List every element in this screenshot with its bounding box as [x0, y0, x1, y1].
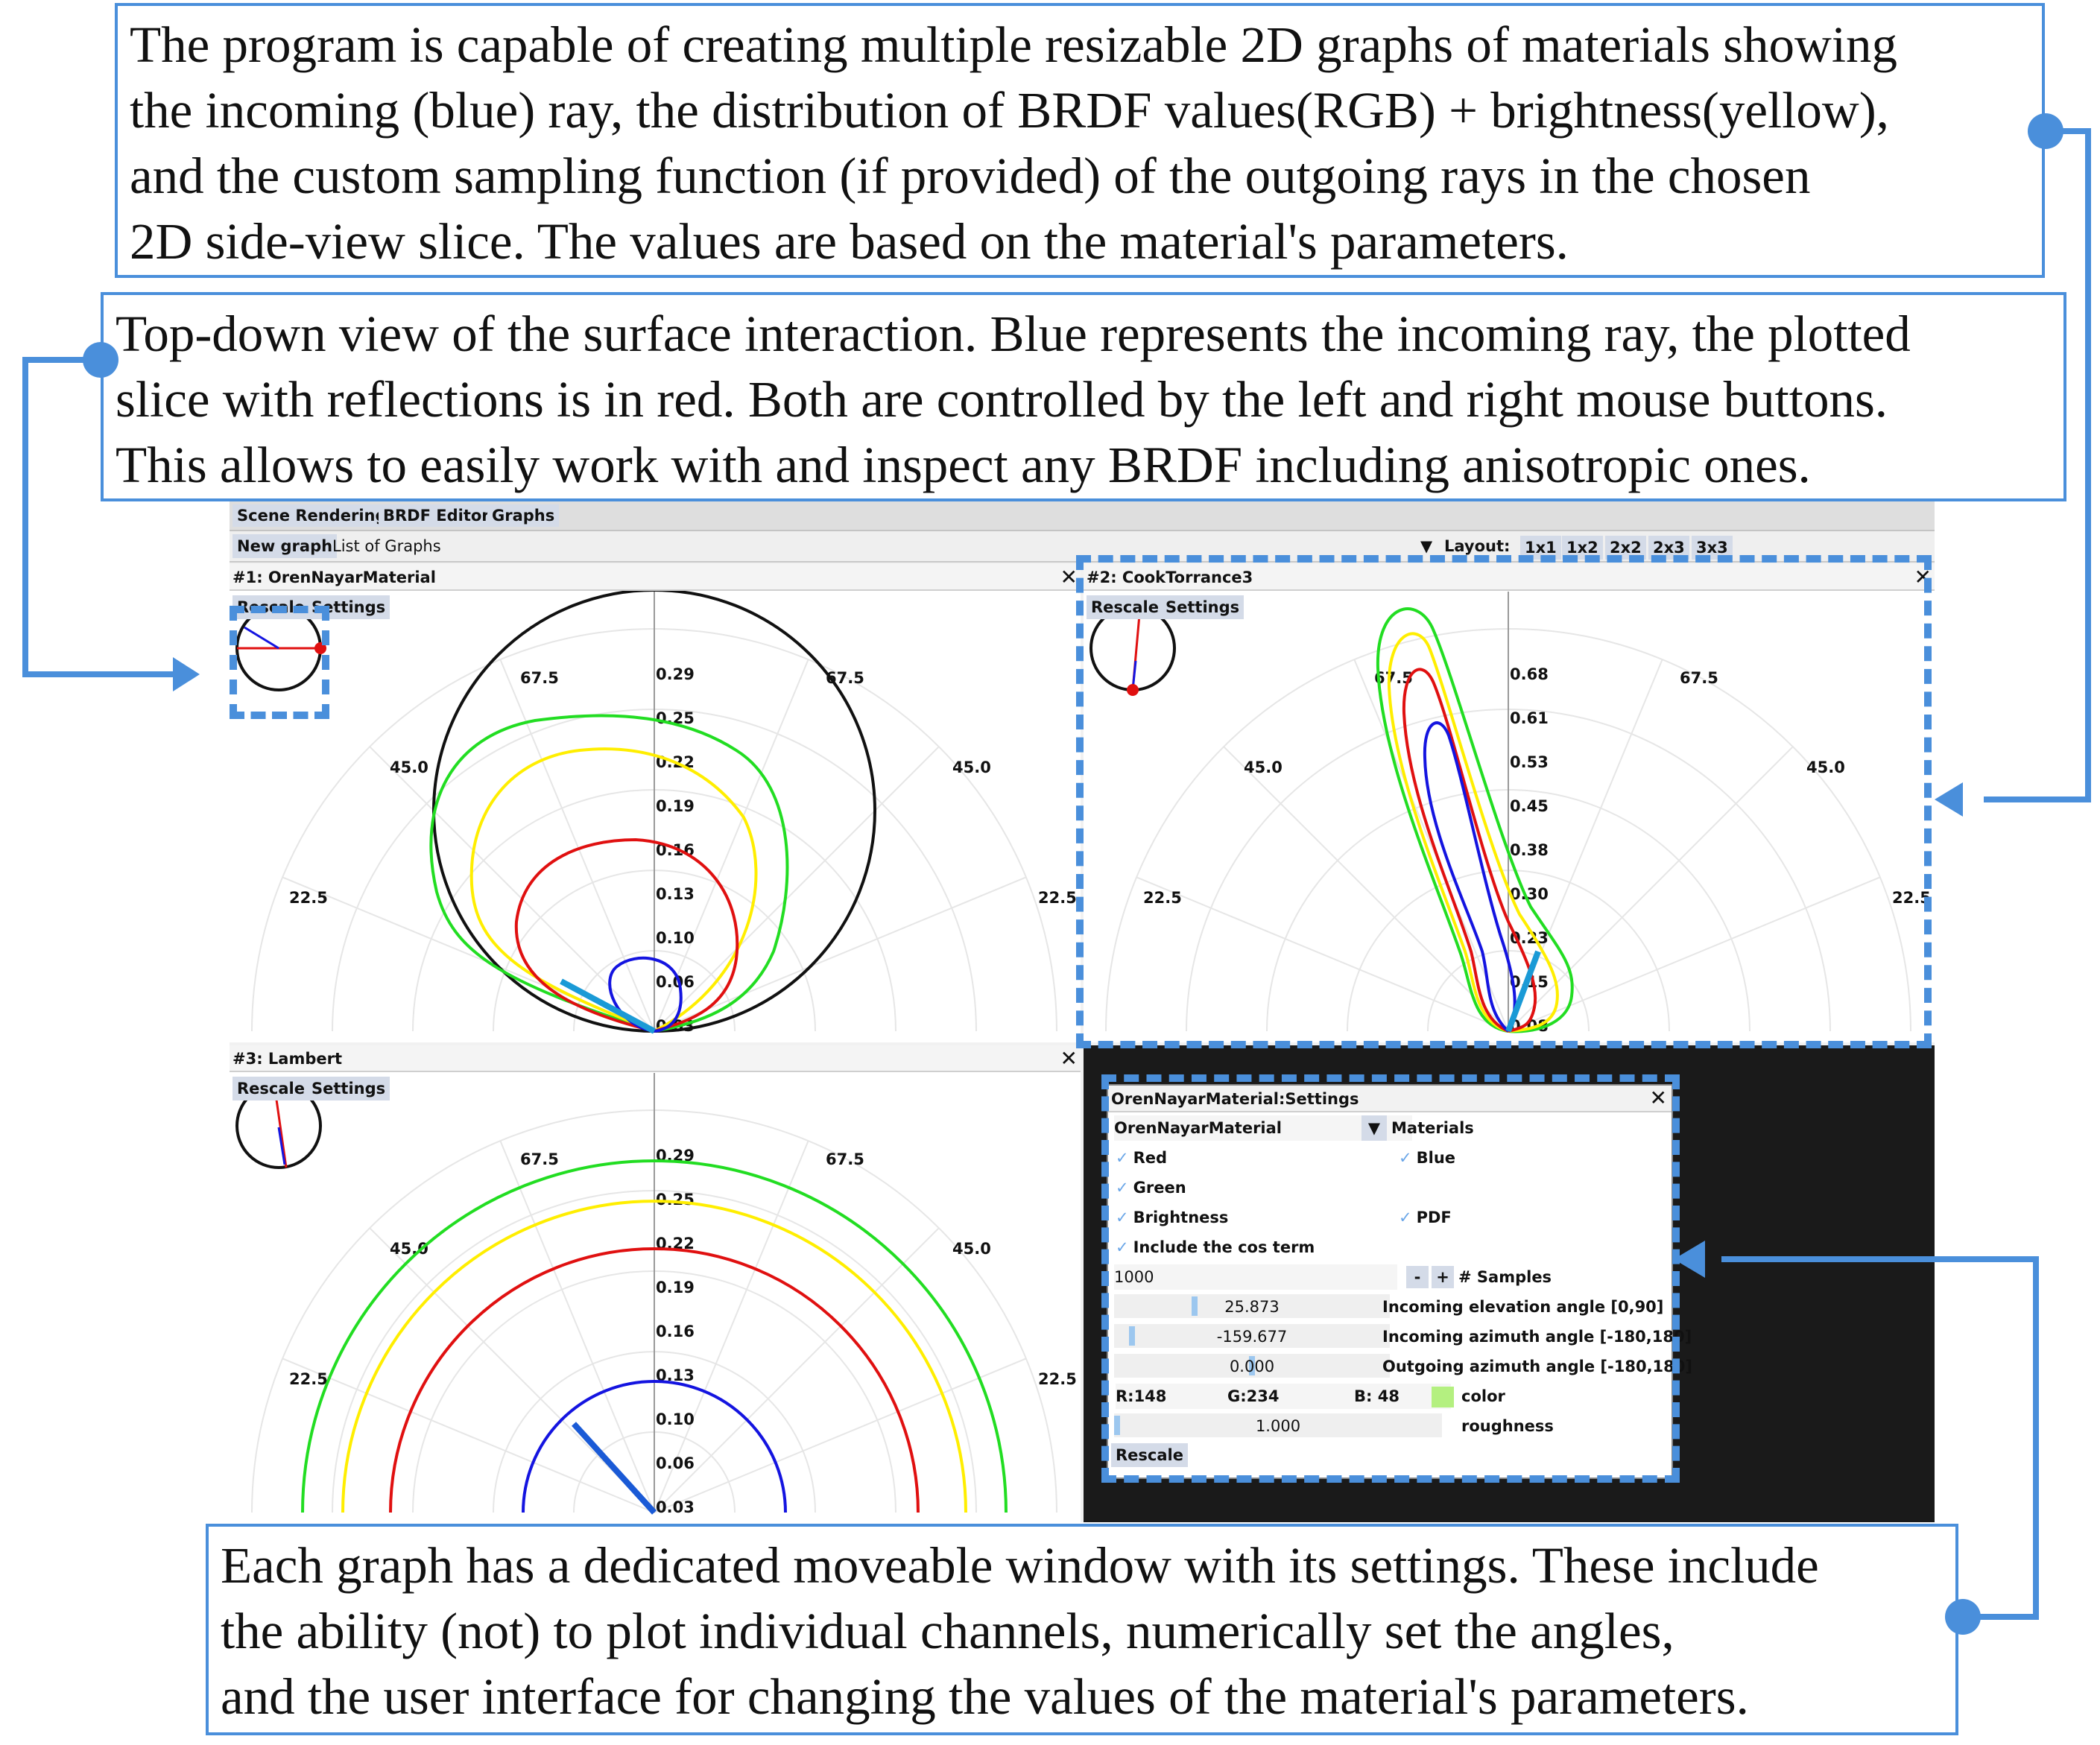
connector-arrow — [1984, 128, 2091, 802]
connector-arrow — [1721, 1256, 2039, 1620]
connector-dot-icon — [1945, 1599, 1981, 1635]
arrowhead-icon — [1935, 782, 1963, 817]
connector-dot-icon — [2028, 113, 2063, 149]
connector-overlay — [22, 113, 2091, 1635]
arrowhead-icon — [1674, 1241, 1705, 1278]
arrowhead-icon — [173, 657, 200, 691]
connector-arrow — [22, 357, 179, 677]
connector-dot-icon — [83, 342, 118, 378]
